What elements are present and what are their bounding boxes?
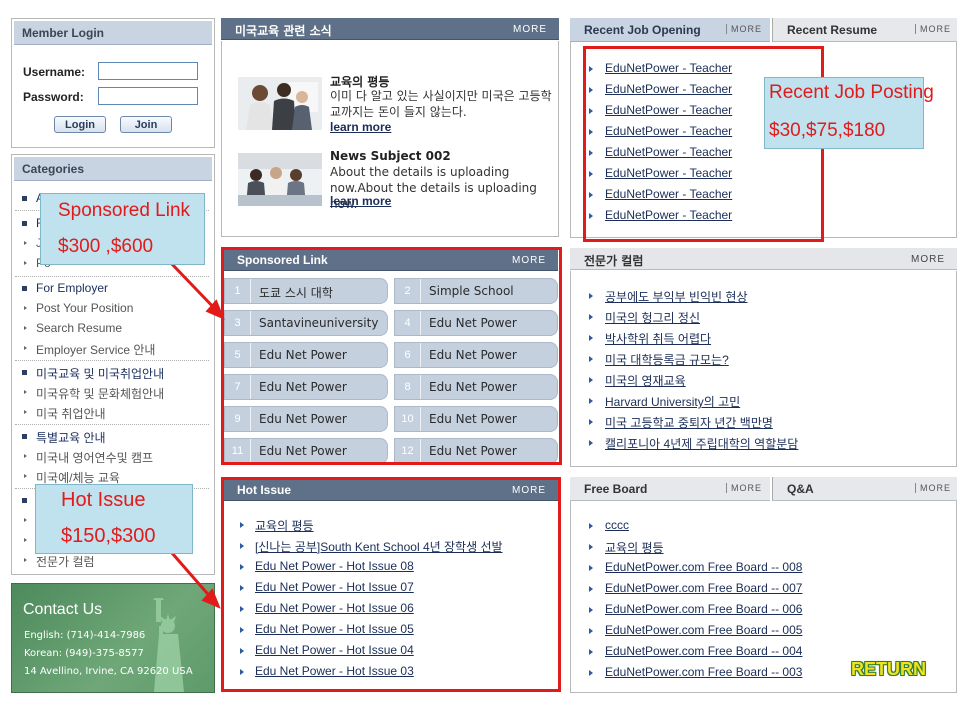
annotation-jobs-callout: Recent Job Posting $30,$75,$180 [764,77,934,149]
annotation-hot-issue-line2: $150,$300 [61,525,156,547]
annotation-hot-issue-callout: Hot Issue $150,$300 [35,484,193,554]
annotation-sponsored-line1: Sponsored Link [58,200,191,221]
annotation-jobs-line1: Recent Job Posting [769,82,934,103]
annotation-sponsored-callout: Sponsored Link $300 ,$600 [40,193,205,265]
annotation-sponsored-line2: $300 ,$600 [58,236,154,257]
annotation-jobs-line2: $30,$75,$180 [769,120,886,141]
annotation-hot-issue-line1: Hot Issue [61,489,146,511]
